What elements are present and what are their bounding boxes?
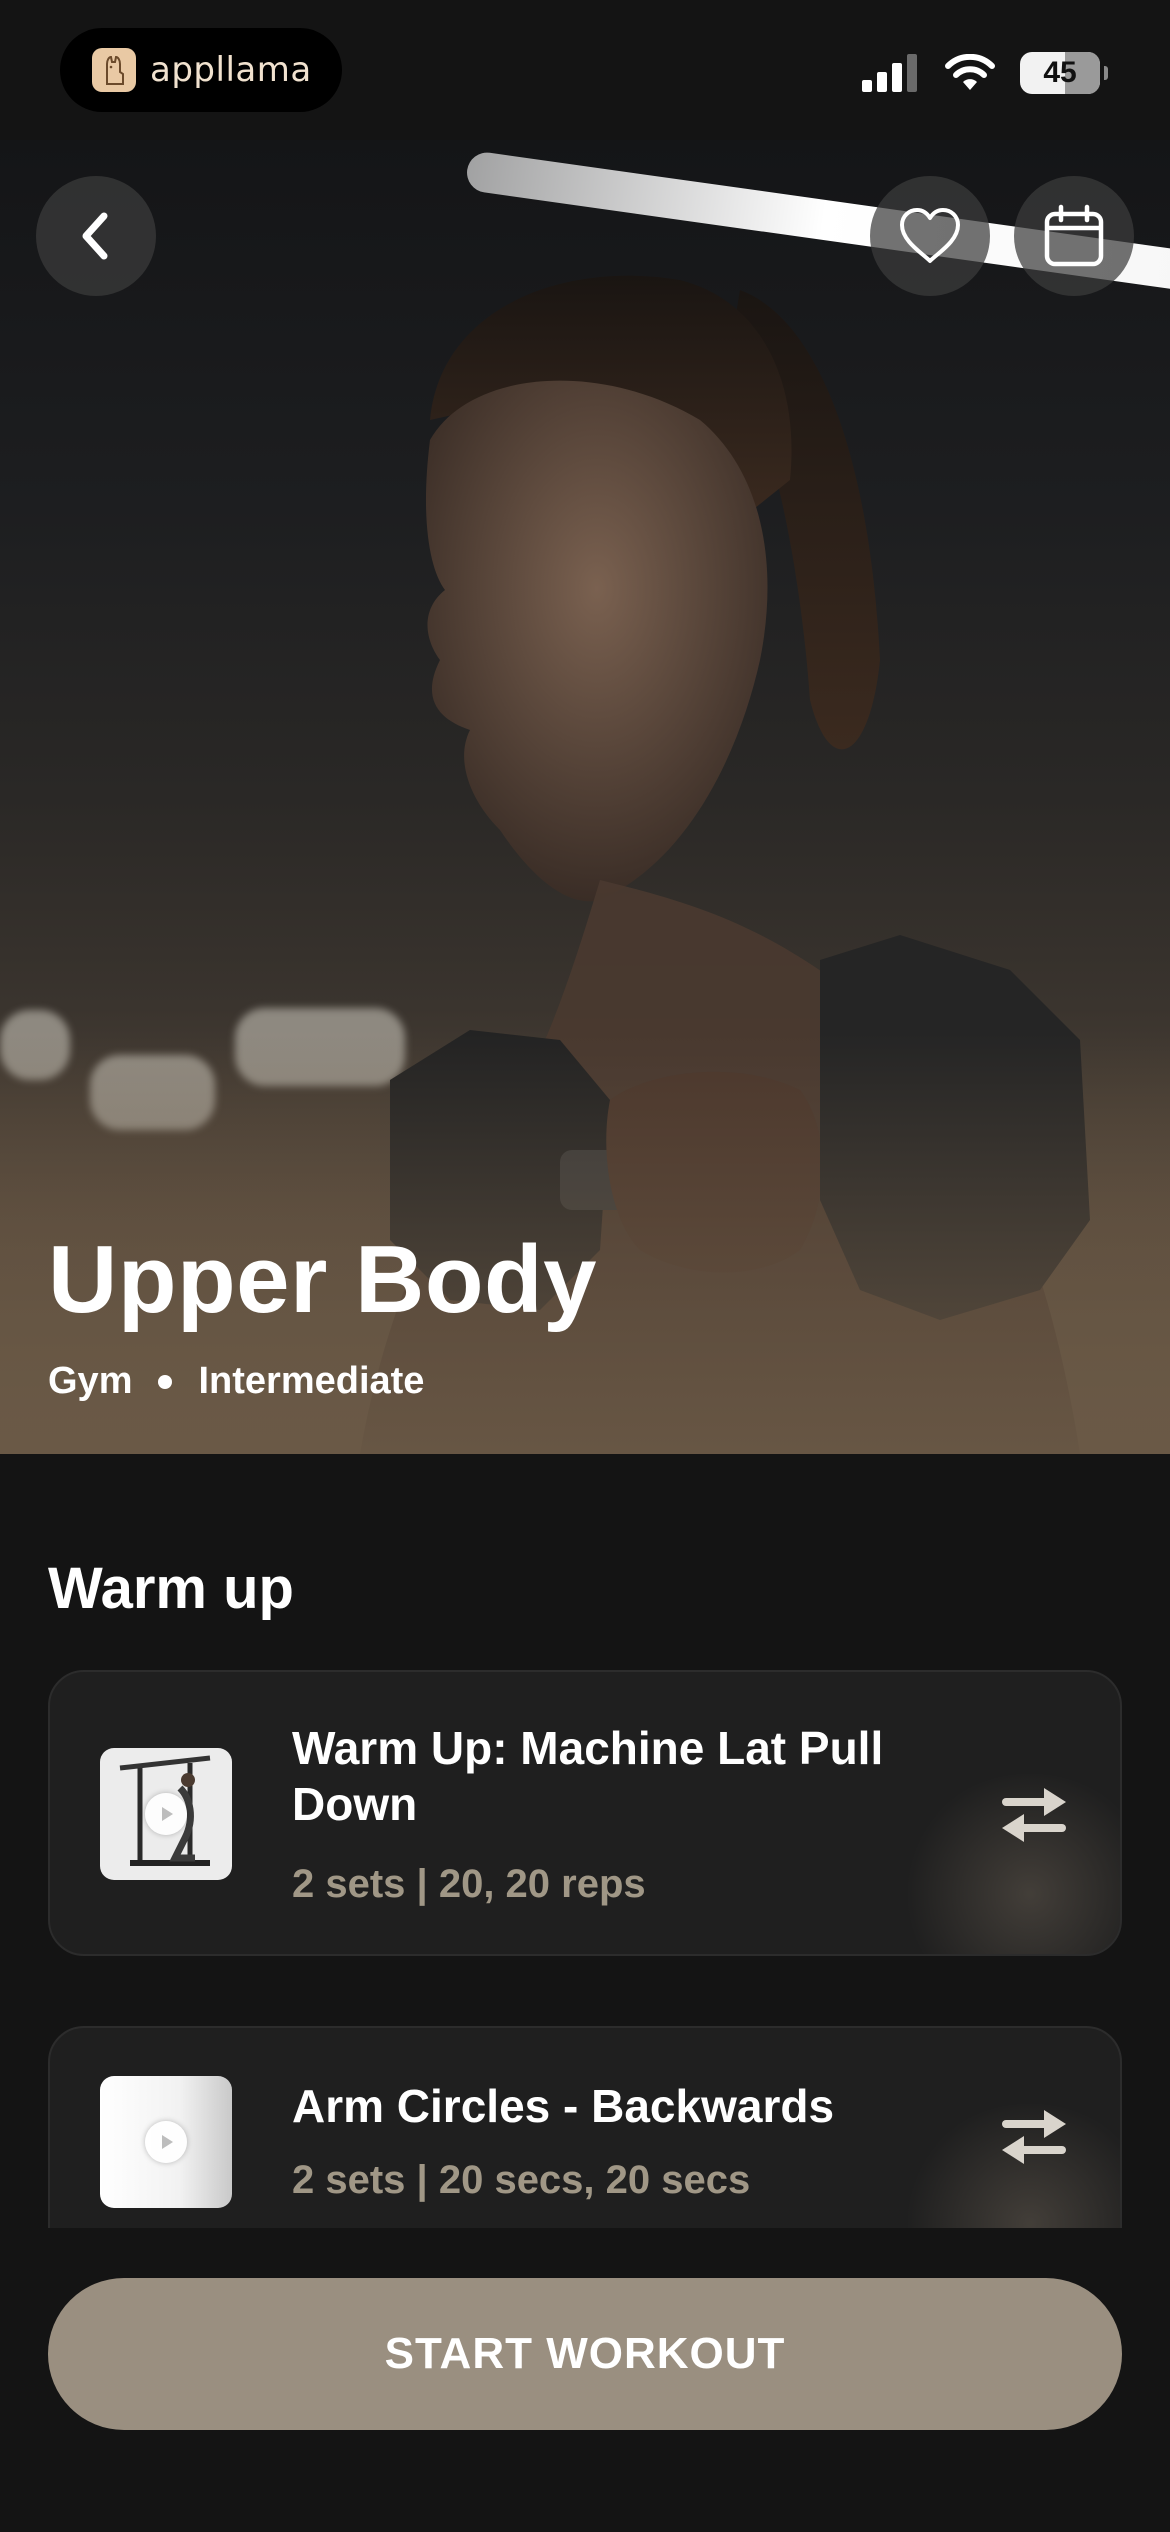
start-workout-button[interactable]: START WORKOUT — [48, 2278, 1122, 2430]
battery-level: 45 — [1043, 56, 1077, 89]
schedule-button[interactable] — [1014, 176, 1134, 296]
play-icon[interactable] — [145, 2121, 187, 2163]
exercise-card[interactable]: Warm Up: Machine Lat Pull Down 2 sets | … — [48, 1670, 1122, 1956]
exercise-card[interactable]: Arm Circles - Backwards 2 sets | 20 secs… — [48, 2026, 1122, 2228]
separator-dot — [158, 1374, 173, 1389]
battery-icon: 45 — [1020, 52, 1108, 94]
workout-level: Intermediate — [198, 1360, 425, 1402]
exercise-detail: 2 sets | 20, 20 reps — [292, 1862, 646, 1906]
back-button[interactable] — [36, 176, 156, 296]
calendar-icon — [1044, 204, 1104, 267]
workout-meta: Gym Intermediate — [48, 1360, 424, 1403]
signal-icon — [862, 54, 917, 92]
swap-icon[interactable] — [992, 2102, 1076, 2172]
section-title: Warm up — [48, 1556, 294, 1621]
exercise-name: Arm Circles - Backwards — [292, 2080, 835, 2132]
heart-icon — [900, 208, 960, 263]
exercise-list[interactable]: Warm Up: Machine Lat Pull Down 2 sets | … — [0, 1640, 1170, 2228]
hero-image: Upper Body Gym Intermediate — [0, 140, 1170, 1454]
status-bar: appllama 45 — [0, 0, 1170, 140]
llama-logo-icon — [92, 48, 136, 92]
wifi-icon — [945, 54, 995, 90]
brand-name: appllama — [150, 50, 312, 90]
play-icon[interactable] — [145, 1793, 187, 1835]
exercise-thumbnail[interactable] — [100, 1748, 232, 1880]
brand-pill: appllama — [60, 28, 342, 112]
exercise-name: Warm Up: Machine Lat Pull Down — [292, 1722, 884, 1830]
status-icons: 45 — [862, 52, 1108, 94]
workout-title: Upper Body — [48, 1226, 598, 1333]
swap-icon[interactable] — [992, 1780, 1076, 1850]
workout-location: Gym — [48, 1360, 133, 1402]
favorite-button[interactable] — [870, 176, 990, 296]
back-chevron-icon — [82, 212, 108, 260]
exercise-thumbnail[interactable] — [100, 2076, 232, 2208]
exercise-detail: 2 sets | 20 secs, 20 secs — [292, 2158, 751, 2202]
